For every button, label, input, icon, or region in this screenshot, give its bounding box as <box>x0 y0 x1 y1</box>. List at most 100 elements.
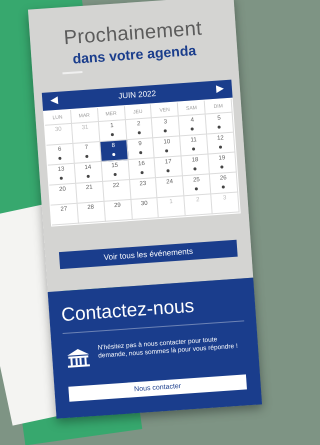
calendar-day-number: 11 <box>190 137 198 144</box>
calendar-day-number: 8 <box>111 142 116 150</box>
calendar-grid: LUN MAR MER JEU VEN SAM DIM 30 31 1 2 3 4 5 6 7 8 9 10 11 12… <box>43 97 241 227</box>
event-dot-icon <box>166 169 170 173</box>
event-dot-icon <box>220 165 224 169</box>
calendar-day-number: 31 <box>81 124 89 132</box>
view-all-events-button[interactable]: Voir tous les événements <box>58 239 238 270</box>
agenda-panel: Prochainement dans votre agenda ◀ JUIN 2… <box>27 0 263 419</box>
calendar: ◀ JUIN 2022 ▶ LUN MAR MER JEU VEN SAM DIM 30 31 1… <box>41 79 241 227</box>
contact-text: N'hésitez pas à nous contacter pour tout… <box>97 336 239 360</box>
event-dot-icon <box>190 127 194 131</box>
calendar-day-number: 30 <box>54 126 62 134</box>
calendar-day[interactable]: 4 <box>179 114 208 137</box>
calendar-day[interactable]: 3 <box>152 116 181 139</box>
calendar-day-number: 1 <box>110 123 114 130</box>
calendar-day-number: 12 <box>216 135 225 142</box>
agenda-section: Prochainement dans votre agenda ◀ JUIN 2… <box>27 0 254 292</box>
calendar-day[interactable]: 22 <box>102 180 132 202</box>
calendar-day[interactable]: 17 <box>155 156 184 179</box>
event-dot-icon <box>138 151 142 155</box>
calendar-day[interactable]: 30 <box>45 123 74 146</box>
calendar-day[interactable]: 21 <box>76 181 105 204</box>
calendar-day-number: 3 <box>163 119 168 126</box>
calendar-day[interactable]: 26 <box>210 172 239 195</box>
event-dot-icon <box>163 129 168 133</box>
calendar-day-number: 26 <box>219 175 227 182</box>
calendar-day[interactable]: 2 <box>125 118 154 141</box>
calendar-day[interactable]: 29 <box>104 199 133 222</box>
calendar-day-number: 4 <box>190 117 195 124</box>
calendar-day[interactable]: 27 <box>50 203 79 226</box>
calendar-day-number: 22 <box>112 182 120 190</box>
contact-button[interactable]: Nous contacter <box>68 374 247 402</box>
event-dot-icon <box>221 185 225 189</box>
calendar-day[interactable]: 5 <box>205 112 235 135</box>
event-dot-icon <box>192 147 196 151</box>
bank-building-icon <box>67 349 90 368</box>
calendar-day[interactable]: 24 <box>156 176 185 199</box>
event-dot-icon <box>113 172 117 177</box>
calendar-day-number: 1 <box>169 199 173 206</box>
event-dot-icon <box>111 152 116 157</box>
calendar-day[interactable]: 3 <box>211 192 240 215</box>
calendar-day-number: 9 <box>138 141 142 148</box>
calendar-day-number: 15 <box>111 162 119 170</box>
calendar-day-number: 7 <box>84 144 89 152</box>
calendar-day[interactable]: 30 <box>131 198 160 220</box>
contact-section: Contactez-nous N'hésitez pas à nous cont… <box>47 277 263 419</box>
calendar-day[interactable]: 14 <box>74 161 103 184</box>
calendar-day-number: 24 <box>166 178 174 186</box>
calendar-day-number: 17 <box>164 159 172 166</box>
calendar-day[interactable]: 11 <box>180 134 209 157</box>
calendar-day-number: 16 <box>137 160 146 168</box>
calendar-day-number: 13 <box>57 166 65 173</box>
calendar-day[interactable]: 31 <box>71 122 101 144</box>
calendar-day-number: 14 <box>84 164 92 172</box>
calendar-day-number: 2 <box>196 197 200 204</box>
calendar-day-number: 19 <box>218 155 226 162</box>
next-month-icon[interactable]: ▶ <box>216 83 224 95</box>
calendar-day[interactable]: 12 <box>207 132 236 155</box>
event-dot-icon <box>194 187 199 191</box>
calendar-day-number: 3 <box>222 195 227 202</box>
calendar-day-number: 29 <box>113 202 122 210</box>
calendar-day[interactable]: 10 <box>153 136 182 159</box>
event-dot-icon <box>193 167 197 171</box>
calendar-day-number: 5 <box>217 115 221 122</box>
calendar-day[interactable]: 9 <box>126 138 156 161</box>
calendar-day[interactable]: 13 <box>47 163 77 186</box>
calendar-day[interactable]: 1 <box>98 120 127 142</box>
event-dot-icon <box>110 133 114 137</box>
event-dot-icon <box>217 125 221 129</box>
event-dot-icon <box>218 145 223 149</box>
calendar-day[interactable]: 16 <box>128 158 157 181</box>
event-dot-icon <box>137 131 141 135</box>
calendar-day[interactable]: 19 <box>208 152 237 175</box>
calendar-day-number: 20 <box>58 186 67 193</box>
calendar-day-number: 18 <box>191 157 199 164</box>
contact-title: Contactez-nous <box>60 295 195 327</box>
event-dot-icon <box>58 156 62 160</box>
calendar-day[interactable]: 1 <box>157 196 187 219</box>
calendar-day-number: 10 <box>163 139 171 146</box>
calendar-day-selected[interactable]: 8 <box>100 140 129 162</box>
calendar-day-number: 30 <box>140 200 148 208</box>
event-dot-icon <box>59 176 63 180</box>
calendar-day[interactable]: 18 <box>181 154 211 177</box>
calendar-day[interactable]: 7 <box>73 141 102 164</box>
event-dot-icon <box>86 174 90 179</box>
calendar-day-number: 2 <box>136 121 141 128</box>
calendar-day[interactable]: 20 <box>49 183 78 206</box>
calendar-day[interactable]: 28 <box>77 201 106 224</box>
calendar-day[interactable]: 2 <box>184 194 213 217</box>
calendar-day[interactable]: 6 <box>46 143 75 166</box>
calendar-day-number: 27 <box>60 206 68 213</box>
calendar-day-number: 28 <box>87 204 95 212</box>
event-dot-icon <box>85 154 89 159</box>
calendar-day[interactable]: 23 <box>129 178 158 200</box>
title-divider <box>62 71 83 75</box>
calendar-day[interactable]: 15 <box>101 160 130 182</box>
event-dot-icon <box>165 149 169 153</box>
calendar-day-number: 21 <box>85 184 93 192</box>
calendar-day[interactable]: 25 <box>183 174 212 197</box>
calendar-day-number: 23 <box>139 180 147 188</box>
